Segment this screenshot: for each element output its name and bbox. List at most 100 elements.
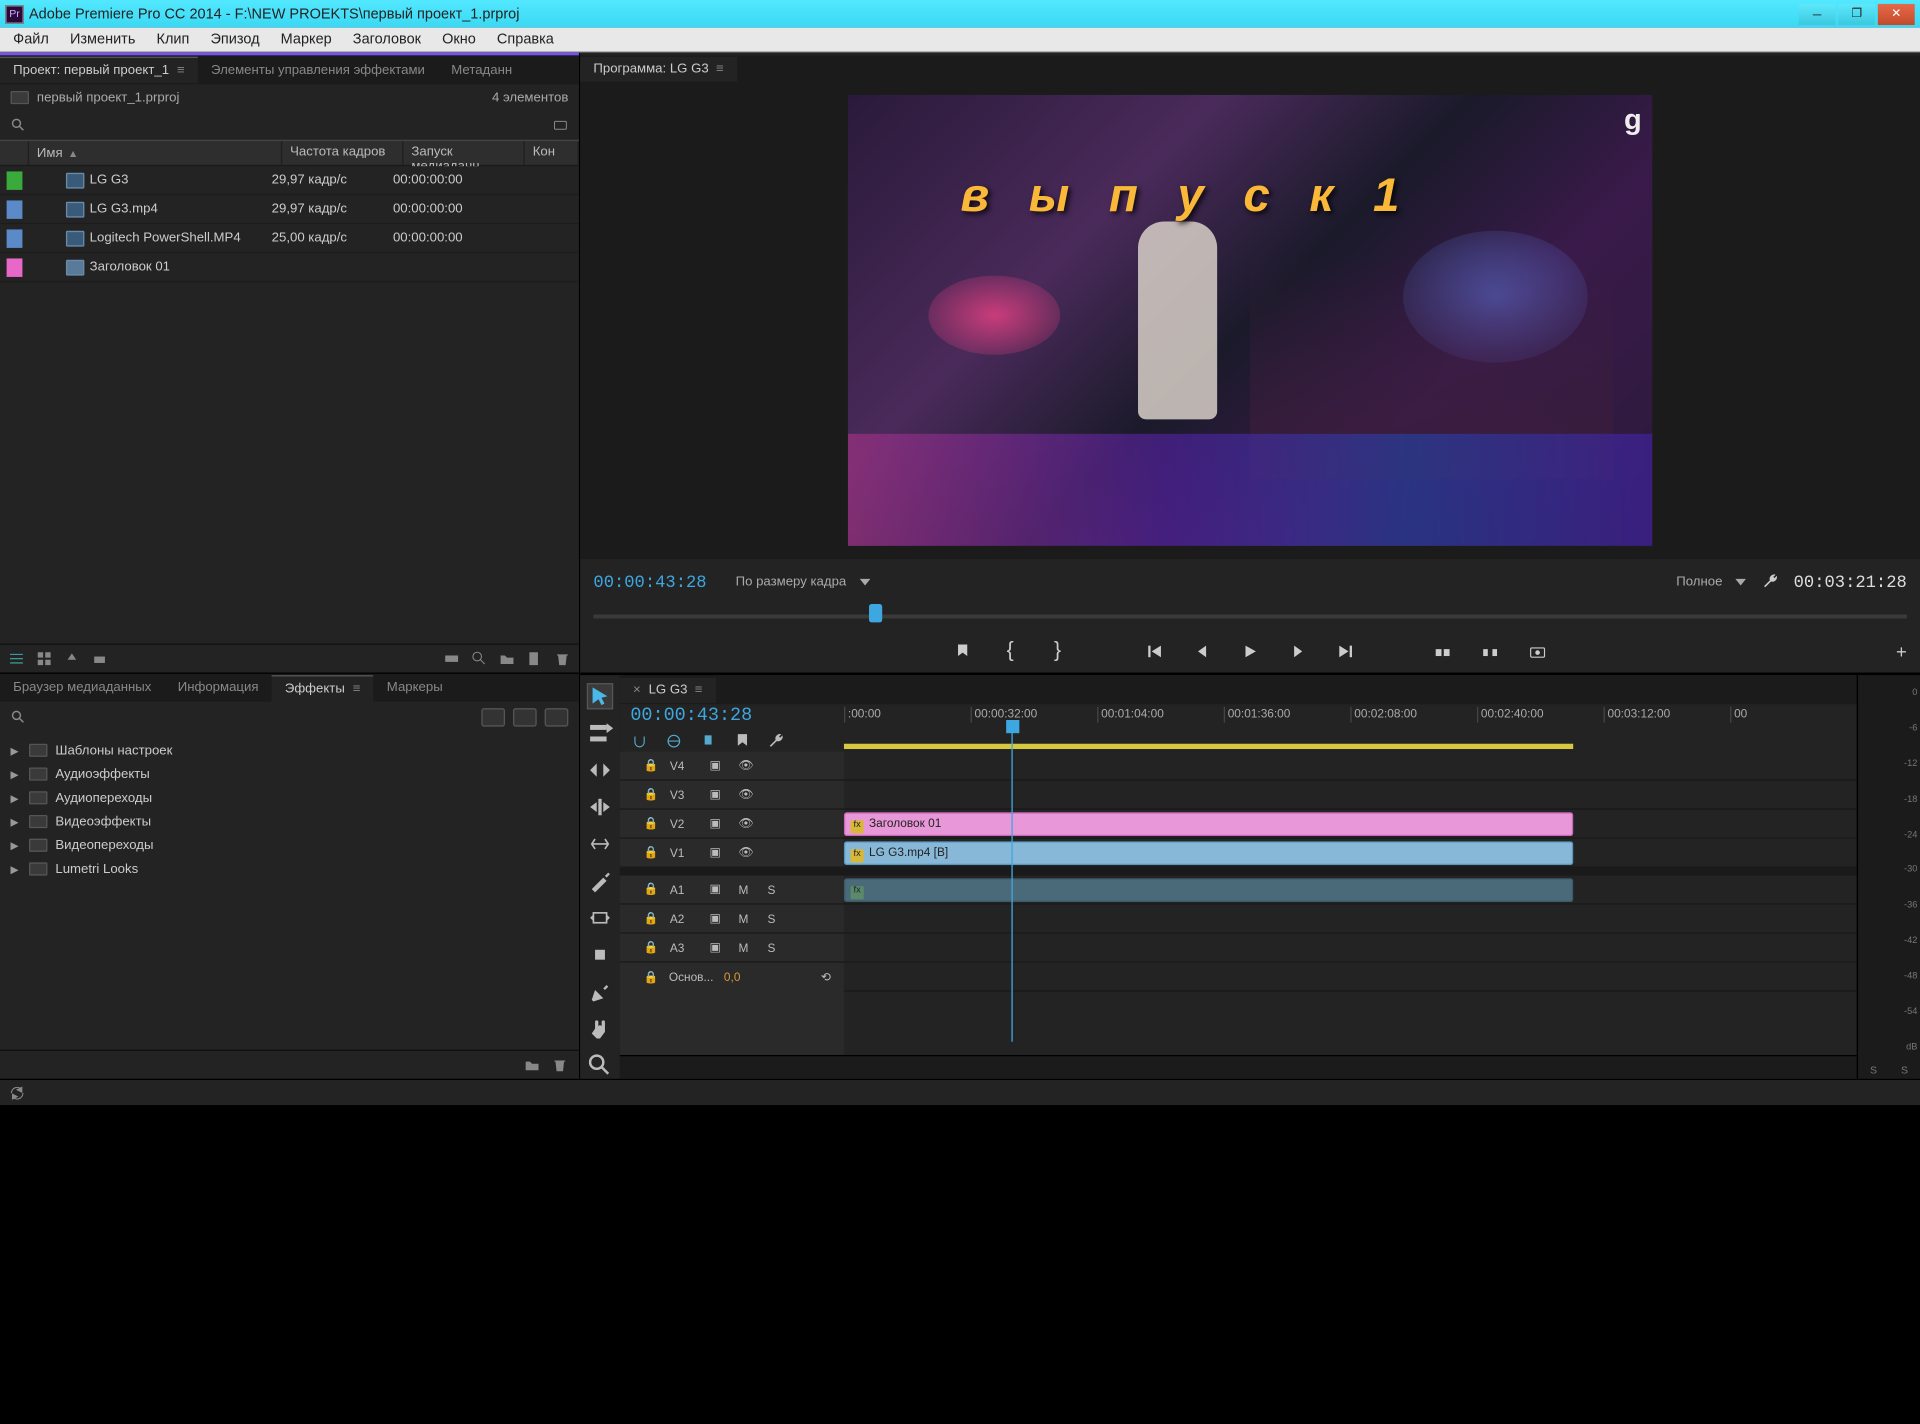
video-clip[interactable]: fxLG G3.mp4 [В] <box>844 841 1573 865</box>
menu-marker[interactable]: Маркер <box>270 29 342 50</box>
program-tab[interactable]: Программа: LG G3 ≡ <box>580 56 737 81</box>
export-frame-button[interactable] <box>1526 640 1550 664</box>
video-preview[interactable]: в ы п у с к 1 g <box>848 95 1652 546</box>
linked-selection-icon[interactable] <box>665 732 683 750</box>
new-bin-icon[interactable] <box>524 1056 541 1073</box>
toggle-output-icon[interactable]: ▣ <box>709 758 725 773</box>
col-start[interactable]: Запуск медиаданн <box>404 141 525 165</box>
accel-badge-icon[interactable] <box>481 708 505 726</box>
col-end[interactable]: Кон <box>525 141 579 165</box>
icon-view-icon[interactable] <box>36 650 53 667</box>
find-filter-icon[interactable] <box>553 117 569 133</box>
maximize-button[interactable]: ❐ <box>1838 3 1875 24</box>
effects-folder[interactable]: ▶Аудиоэффекты <box>0 762 579 786</box>
hand-tool[interactable] <box>587 1015 613 1041</box>
eye-icon[interactable]: 👁 <box>738 845 754 860</box>
menu-window[interactable]: Окно <box>432 29 487 50</box>
panel-menu-icon[interactable]: ≡ <box>695 682 703 697</box>
panel-menu-icon[interactable]: ≡ <box>353 681 361 696</box>
lock-icon[interactable]: 🔒 <box>644 970 659 985</box>
toggle-output-icon[interactable]: ▣ <box>709 787 725 802</box>
playhead-icon[interactable] <box>869 604 882 622</box>
effects-folder[interactable]: ▶Аудиопереходы <box>0 786 579 810</box>
search-icon[interactable] <box>11 709 27 725</box>
toggle-output-icon[interactable]: ▣ <box>709 816 725 831</box>
video-track-header[interactable]: 🔒V1▣👁 <box>620 839 844 868</box>
marker-button[interactable] <box>951 640 975 664</box>
add-marker-icon[interactable] <box>699 732 717 750</box>
sync-icon[interactable] <box>8 1083 26 1101</box>
timeline-zoom-scroll[interactable] <box>620 1055 1857 1079</box>
tab-markers[interactable]: Маркеры <box>374 675 456 700</box>
audio-track-header[interactable]: 🔒A1▣MS <box>620 876 844 905</box>
lock-icon[interactable]: 🔒 <box>644 758 657 773</box>
lock-icon[interactable]: 🔒 <box>644 787 657 802</box>
sequence-tab[interactable]: ×LG G3 ≡ <box>620 677 716 702</box>
pen-tool[interactable] <box>587 978 613 1004</box>
marker-icon[interactable] <box>733 732 751 750</box>
snap-icon[interactable] <box>630 732 648 750</box>
track-select-tool[interactable] <box>587 720 613 746</box>
tab-project[interactable]: Проект: первый проект_1≡ <box>0 57 198 83</box>
toggle-output-icon[interactable]: ▣ <box>709 911 725 926</box>
solo-left[interactable]: S <box>1870 1064 1877 1076</box>
tab-info[interactable]: Информация <box>165 675 272 700</box>
panel-menu-icon[interactable]: ≡ <box>177 63 185 78</box>
project-item[interactable]: LG G3.mp4 29,97 кадр/с 00:00:00:00 <box>0 195 579 224</box>
settings-icon[interactable] <box>767 732 785 750</box>
timeline-timecode[interactable]: 00:00:43:28 <box>630 705 833 726</box>
work-area-bar[interactable] <box>844 744 1573 749</box>
new-bin-icon[interactable] <box>498 650 515 667</box>
freeform-icon[interactable] <box>91 650 108 667</box>
audio-track-header[interactable]: 🔒A2▣MS <box>620 905 844 934</box>
toggle-output-icon[interactable]: ▣ <box>709 940 725 955</box>
go-to-out-button[interactable] <box>1333 640 1357 664</box>
effects-folder[interactable]: ▶Видеоэффекты <box>0 810 579 834</box>
trash-icon[interactable] <box>551 1056 568 1073</box>
program-timecode-current[interactable]: 00:00:43:28 <box>593 572 706 592</box>
out-point-button[interactable]: } <box>1046 640 1070 664</box>
step-forward-button[interactable] <box>1286 640 1310 664</box>
timeline-ruler[interactable]: :00:00 00:00:32:00 00:01:04:00 00:01:36:… <box>844 704 1857 751</box>
master-track-header[interactable]: 🔒Основ...0,0⟲ <box>620 963 844 992</box>
go-to-in-button[interactable] <box>1143 640 1167 664</box>
toggle-output-icon[interactable]: ▣ <box>709 845 725 860</box>
step-back-button[interactable] <box>1191 640 1215 664</box>
wrench-icon[interactable] <box>1762 572 1780 590</box>
effects-folder[interactable]: ▶Видеопереходы <box>0 833 579 857</box>
title-clip[interactable]: fxЗаголовок 01 <box>844 812 1573 836</box>
menu-clip[interactable]: Клип <box>146 29 200 50</box>
mute-icon[interactable]: M <box>738 941 754 954</box>
audio-track-header[interactable]: 🔒A3▣MS <box>620 934 844 963</box>
loop-icon[interactable]: ⟲ <box>821 970 831 985</box>
lift-button[interactable] <box>1431 640 1455 664</box>
audio-clip[interactable]: fx <box>844 878 1573 902</box>
razor-tool[interactable] <box>587 868 613 894</box>
slide-tool[interactable] <box>587 942 613 968</box>
solo-icon[interactable]: S <box>767 912 783 925</box>
menu-edit[interactable]: Изменить <box>59 29 146 50</box>
tab-media-browser[interactable]: Браузер медиаданных <box>0 675 165 700</box>
in-point-button[interactable]: { <box>998 640 1022 664</box>
col-name[interactable]: Имя ▲ <box>29 141 282 165</box>
rolling-edit-tool[interactable] <box>587 794 613 820</box>
sort-icon[interactable] <box>63 650 80 667</box>
eye-icon[interactable]: 👁 <box>738 787 754 802</box>
effects-folder[interactable]: ▶Шаблоны настроек <box>0 738 579 762</box>
solo-icon[interactable]: S <box>767 941 783 954</box>
search-icon[interactable] <box>11 117 27 133</box>
menu-help[interactable]: Справка <box>486 29 564 50</box>
find-icon[interactable] <box>471 650 488 667</box>
mute-icon[interactable]: M <box>738 883 754 896</box>
selection-tool[interactable] <box>587 683 613 709</box>
eye-icon[interactable]: 👁 <box>738 816 754 831</box>
lock-icon[interactable]: 🔒 <box>644 845 657 860</box>
ripple-edit-tool[interactable] <box>587 757 613 783</box>
rate-stretch-tool[interactable] <box>587 831 613 857</box>
tab-metadata[interactable]: Метаданн <box>438 57 525 82</box>
close-button[interactable]: ✕ <box>1878 3 1915 24</box>
menu-sequence[interactable]: Эпизод <box>200 29 270 50</box>
effects-folder[interactable]: ▶Lumetri Looks <box>0 857 579 881</box>
trash-icon[interactable] <box>554 650 571 667</box>
lock-icon[interactable]: 🔒 <box>644 911 657 926</box>
